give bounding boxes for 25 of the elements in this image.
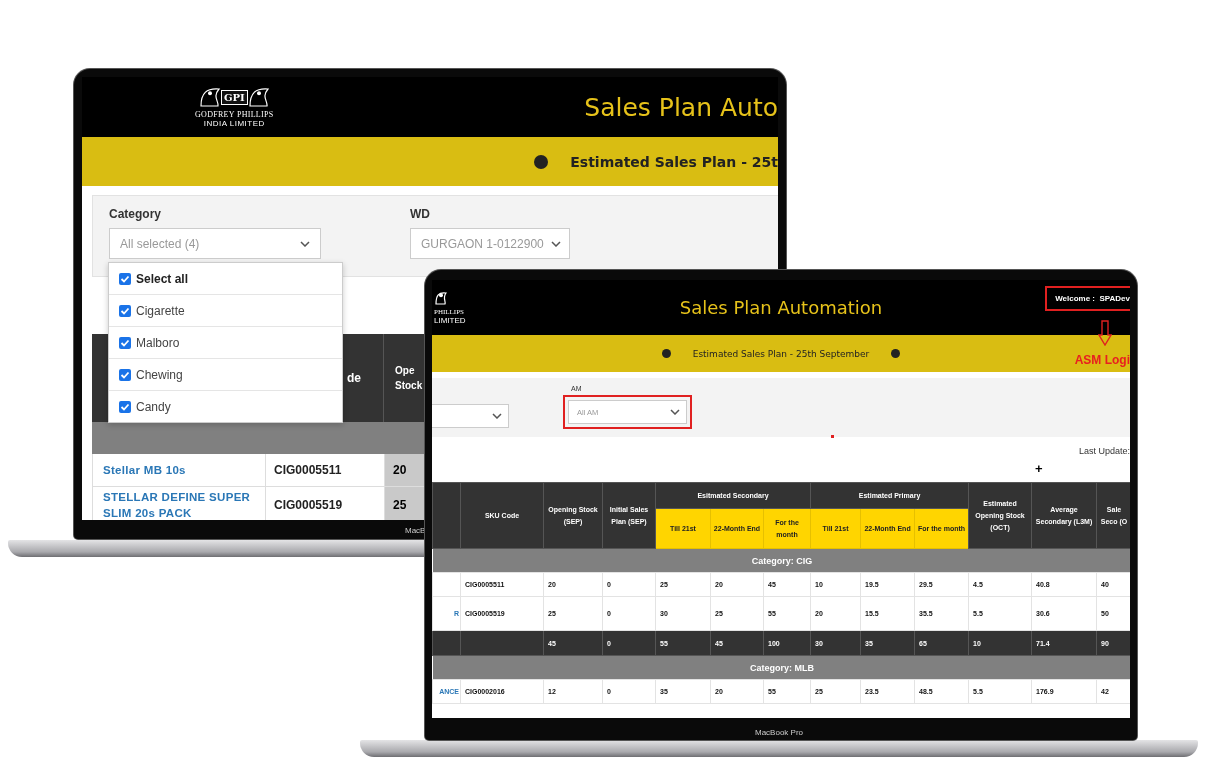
- device-label: MacBook Pro: [755, 728, 804, 737]
- logo-tagline: LIMITED: [434, 316, 466, 325]
- logo-name: GODFREY PHILLIPS: [195, 110, 274, 119]
- category-row: Category: MLB: [432, 655, 1130, 680]
- annotation-text: ASM Logi: [1074, 353, 1130, 367]
- dropdown-option[interactable]: Malboro: [109, 327, 342, 359]
- product-link[interactable]: Stellar MB 10s: [93, 454, 266, 486]
- select-field[interactable]: All selected (4): [109, 228, 321, 259]
- add-button[interactable]: +: [1035, 462, 1043, 475]
- dropdown-option[interactable]: Chewing: [109, 359, 342, 391]
- banner-text: Estimated Sales Plan - 25t: [570, 153, 778, 170]
- dropdown-option[interactable]: Select all: [109, 263, 342, 295]
- category-row: Category: CIG: [432, 548, 1130, 573]
- logo-tagline: INDIA LIMITED: [203, 119, 265, 128]
- welcome-text: Welcome : SPADev: [1045, 286, 1130, 311]
- last-update-label: Last Update:: [1078, 446, 1130, 456]
- field-label: WD: [410, 207, 431, 221]
- app-title: Sales Plan Automation: [679, 297, 883, 318]
- banner-text: Estimated Sales Plan - 25th September: [692, 348, 870, 359]
- logo-mark: GPI: [220, 89, 248, 105]
- select-field[interactable]: GURGAON 1-0122900: [410, 228, 570, 259]
- field-label: Category: [109, 207, 162, 221]
- dropdown-option[interactable]: Cigarette: [109, 295, 342, 327]
- product-link[interactable]: STELLAR DEFINE SUPER SLIM 20s PACK: [93, 487, 266, 520]
- app-title: Sales Plan Auto: [584, 92, 778, 122]
